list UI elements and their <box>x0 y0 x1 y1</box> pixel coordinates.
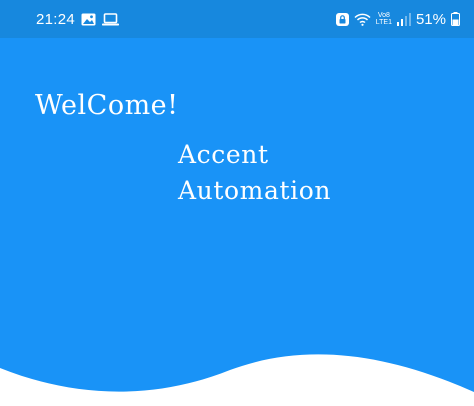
signal-icon <box>396 12 411 26</box>
battery-percent: 51% <box>415 10 446 28</box>
network-label-bottom: LTE1 <box>375 19 392 26</box>
laptop-icon <box>102 12 120 26</box>
app-lock-icon <box>335 12 349 26</box>
status-time: 21:24 <box>36 10 76 28</box>
brand-name-line-1: Accent <box>178 140 269 169</box>
status-left: 21:24 <box>36 0 120 38</box>
splash-screen: 21:24 Vo8 LTE1 51% WelCome! Accent Autom… <box>0 0 474 406</box>
image-icon <box>81 13 96 26</box>
wifi-icon <box>354 13 371 26</box>
network-label-top: Vo8 <box>377 12 390 19</box>
network-label: Vo8 LTE1 <box>376 12 392 26</box>
wave-decoration <box>0 354 474 406</box>
status-right: Vo8 LTE1 51% <box>335 0 460 38</box>
welcome-heading: WelCome! <box>35 90 179 121</box>
status-bar: 21:24 Vo8 LTE1 51% <box>0 0 474 38</box>
battery-icon <box>451 12 460 26</box>
brand-name-line-2: Automation <box>178 176 332 205</box>
